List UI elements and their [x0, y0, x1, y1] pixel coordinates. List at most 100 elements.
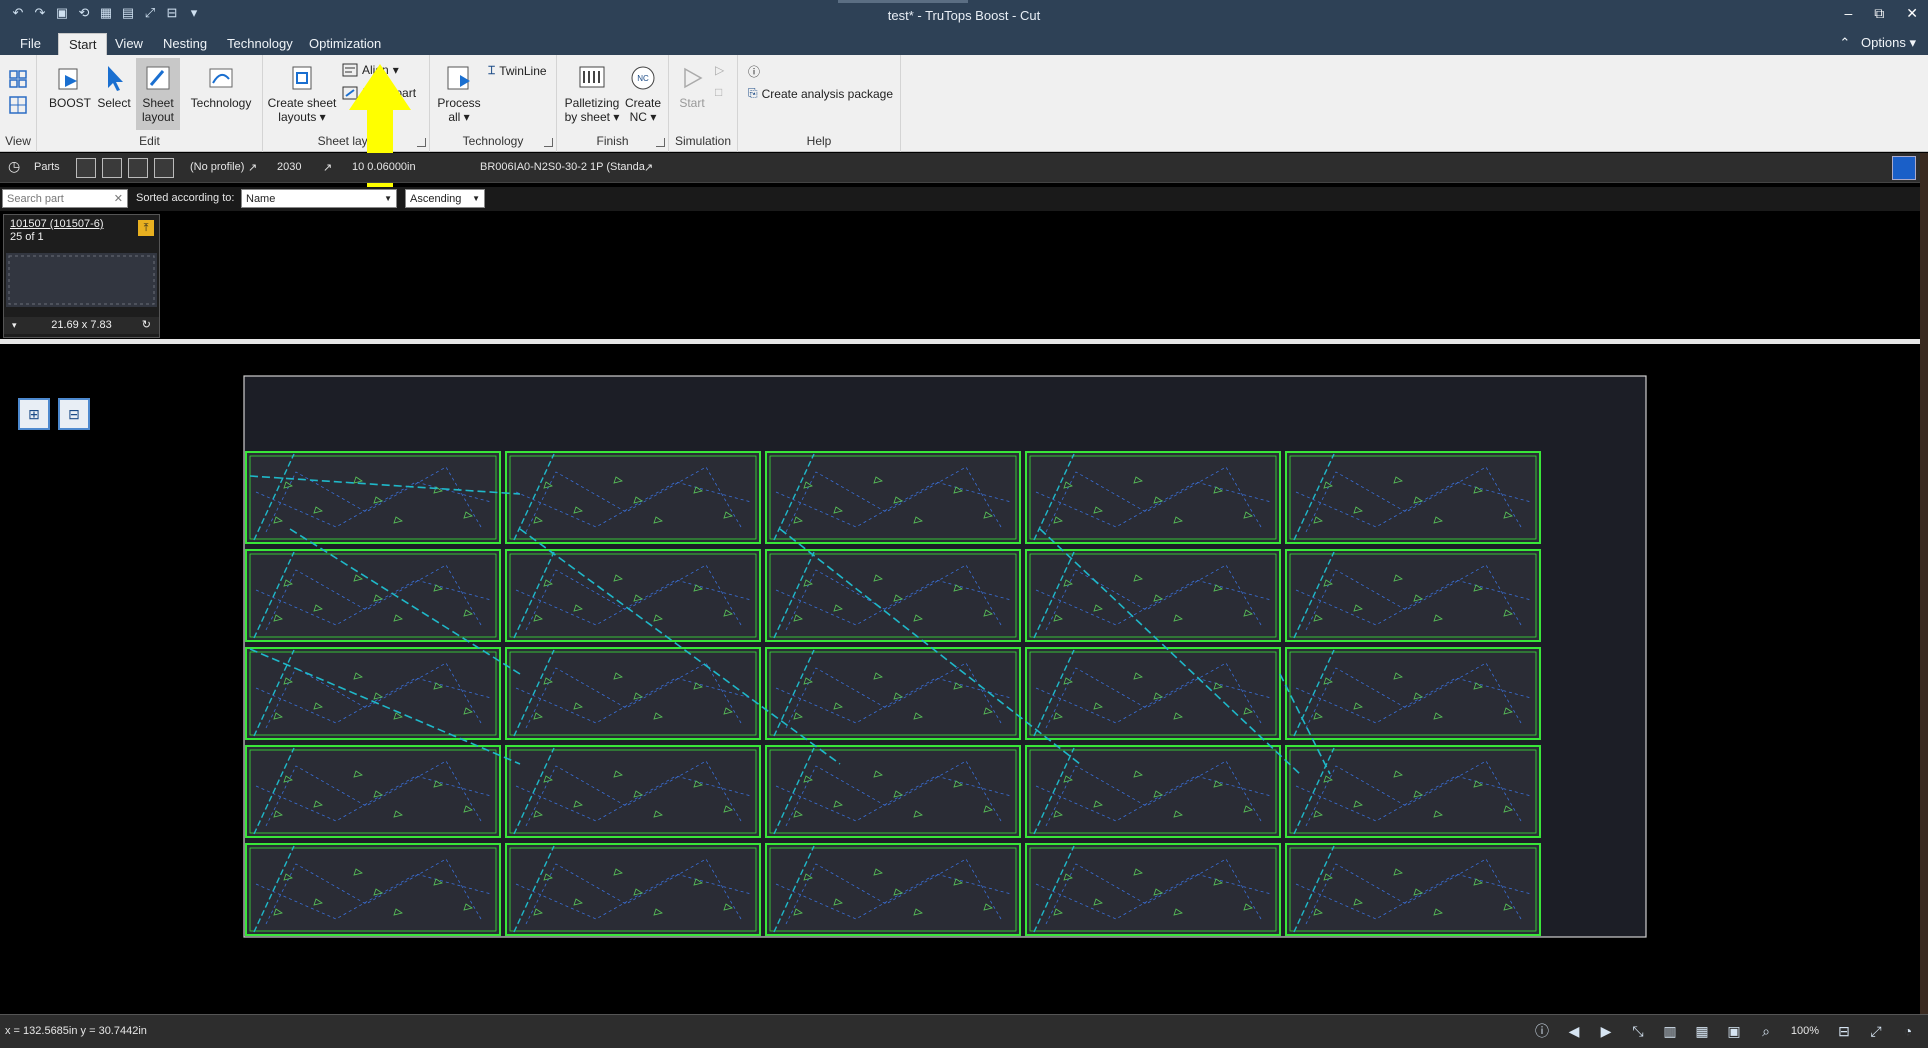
- prev-icon[interactable]: ◀: [1564, 1023, 1584, 1040]
- zoom-icon[interactable]: ⌕: [1756, 1023, 1776, 1040]
- nested-part[interactable]: [505, 647, 761, 740]
- tab-start[interactable]: Start: [58, 33, 108, 55]
- sheet-layout-button[interactable]: Sheet layout: [136, 58, 180, 130]
- sheet-canvas[interactable]: ⊞ ⊟: [0, 344, 1928, 1014]
- nested-part[interactable]: [1025, 647, 1281, 740]
- sheet-value[interactable]: BR006IA0-N2S0-30-2 1P (Standa: [480, 161, 645, 173]
- sheet-layout-launcher-icon[interactable]: .: [417, 138, 426, 147]
- help-button[interactable]: ⓘ: [748, 63, 760, 80]
- technology-button[interactable]: Technology: [189, 63, 253, 110]
- boost-button[interactable]: BOOST: [47, 63, 93, 110]
- view-list-icon: [9, 96, 27, 114]
- profile-value[interactable]: (No profile): [190, 161, 244, 173]
- nested-part[interactable]: [245, 745, 501, 838]
- group-label-finish: Finish: [596, 134, 629, 148]
- part-card[interactable]: 101507 (101507-6) 25 of 1 ⤒ ▾ 21.69 x 7.…: [3, 214, 160, 338]
- tab-technology[interactable]: Technology: [217, 33, 303, 55]
- next-icon[interactable]: ▶: [1596, 1023, 1616, 1040]
- part-shape-icon[interactable]: [76, 158, 96, 178]
- minimize-button[interactable]: –: [1844, 5, 1852, 22]
- nested-part[interactable]: [1025, 745, 1281, 838]
- info-icon[interactable]: ⓘ: [1532, 1021, 1552, 1041]
- profile-link-icon[interactable]: ↗: [248, 161, 257, 174]
- nested-part[interactable]: [1285, 843, 1541, 936]
- nested-part[interactable]: [765, 745, 1021, 838]
- collapse-parts-icon[interactable]: ◷: [8, 158, 20, 175]
- pin-icon[interactable]: ⤒: [138, 220, 154, 236]
- status-bar: x = 132.5685in y = 30.7442in ⓘ ◀ ▶ ⤡ ▥ ▦…: [0, 1014, 1928, 1048]
- part-name[interactable]: 101507 (101507-6): [10, 218, 104, 230]
- nested-part[interactable]: [765, 451, 1021, 544]
- nested-part[interactable]: [765, 843, 1021, 936]
- nested-part[interactable]: [505, 843, 761, 936]
- help-icon: ⓘ: [748, 65, 761, 79]
- nested-part[interactable]: [505, 745, 761, 838]
- palletizing-button[interactable]: Palletizing by sheet ▾: [563, 63, 621, 124]
- view-mode-2-button[interactable]: [8, 95, 28, 118]
- expand-icon[interactable]: ▾: [12, 317, 17, 334]
- step-play-button[interactable]: ▷: [715, 63, 724, 77]
- close-button[interactable]: ✕: [1906, 5, 1918, 22]
- part-list-icon[interactable]: [102, 158, 122, 178]
- thickness-value[interactable]: 10 0.06000in: [352, 161, 416, 173]
- sheet-mode-icon[interactable]: ▣: [1724, 1023, 1744, 1040]
- technology-launcher-icon[interactable]: .: [544, 138, 553, 147]
- parts-label[interactable]: Parts: [34, 161, 60, 173]
- nested-part[interactable]: [245, 451, 501, 544]
- twinline-button[interactable]: ⌶ TwinLine: [488, 63, 547, 78]
- nested-part[interactable]: [1285, 647, 1541, 740]
- clear-search-icon[interactable]: ✕: [114, 192, 123, 206]
- nested-part[interactable]: [1025, 843, 1281, 936]
- zoom-level[interactable]: 100%: [1788, 1025, 1822, 1037]
- finish-launcher-icon[interactable]: .: [656, 138, 665, 147]
- material-value[interactable]: 2030: [277, 161, 301, 173]
- tab-nesting[interactable]: Nesting: [153, 33, 217, 55]
- create-analysis-package-button[interactable]: ⎘ Create analysis package: [748, 86, 893, 101]
- search-part-input[interactable]: Search part ✕: [2, 189, 128, 208]
- boost-label: BOOST: [48, 96, 91, 110]
- nested-part[interactable]: [1025, 451, 1281, 544]
- nested-part[interactable]: [245, 647, 501, 740]
- nested-part[interactable]: [505, 451, 761, 544]
- machine-badge-icon[interactable]: [1892, 156, 1916, 180]
- nested-part[interactable]: [1285, 745, 1541, 838]
- tab-optimization[interactable]: Optimization: [299, 33, 391, 55]
- part-columns-icon[interactable]: [128, 158, 148, 178]
- create-sheet-layouts-button[interactable]: Create sheet layouts ▾: [267, 63, 337, 124]
- fit-icon[interactable]: ⤡: [1628, 1023, 1648, 1040]
- select-button[interactable]: Select: [95, 63, 133, 110]
- nested-part[interactable]: [245, 843, 501, 936]
- create-nc-button[interactable]: NC Create NC ▾: [623, 63, 663, 124]
- nested-part[interactable]: [1025, 549, 1281, 642]
- view-mode-1-button[interactable]: [8, 69, 28, 92]
- sort-order-select[interactable]: Ascending ▼: [405, 189, 485, 208]
- nested-part[interactable]: [765, 647, 1021, 740]
- nested-part[interactable]: [1285, 451, 1541, 544]
- window-drag-grip[interactable]: [838, 0, 968, 3]
- sort-field-select[interactable]: Name ▼: [241, 189, 397, 208]
- nested-part[interactable]: [245, 549, 501, 642]
- nested-part[interactable]: [505, 549, 761, 642]
- rotate-icon[interactable]: ↻: [142, 317, 151, 334]
- tab-file[interactable]: File: [10, 33, 51, 55]
- sheet-link-icon[interactable]: ↗: [644, 161, 653, 174]
- sheet-drawing[interactable]: [0, 344, 1928, 1014]
- part-filter-icon[interactable]: [154, 158, 174, 178]
- nested-part[interactable]: [765, 549, 1021, 642]
- measure-status-icon[interactable]: ⤢: [1866, 1023, 1886, 1040]
- layout-mode-icon[interactable]: ▥: [1660, 1023, 1680, 1040]
- settings-status-icon[interactable]: ◔: [1898, 1023, 1918, 1039]
- nested-part[interactable]: [1285, 549, 1541, 642]
- start-simulation-button[interactable]: Start: [675, 63, 709, 110]
- options-menu[interactable]: ⌃ Options ▾: [1839, 35, 1916, 51]
- grid-mode-icon[interactable]: ▦: [1692, 1023, 1712, 1040]
- technology-icon: [209, 68, 233, 88]
- group-view: View: [0, 55, 37, 152]
- tab-view[interactable]: View: [105, 33, 153, 55]
- process-all-button[interactable]: Process all ▾: [434, 63, 484, 124]
- stop-button[interactable]: □: [715, 85, 722, 99]
- process-all-icon: [447, 66, 470, 90]
- material-link-icon[interactable]: ↗: [323, 161, 332, 174]
- restore-button[interactable]: ⧉: [1874, 5, 1884, 22]
- tool-icon[interactable]: ⊟: [1834, 1023, 1854, 1040]
